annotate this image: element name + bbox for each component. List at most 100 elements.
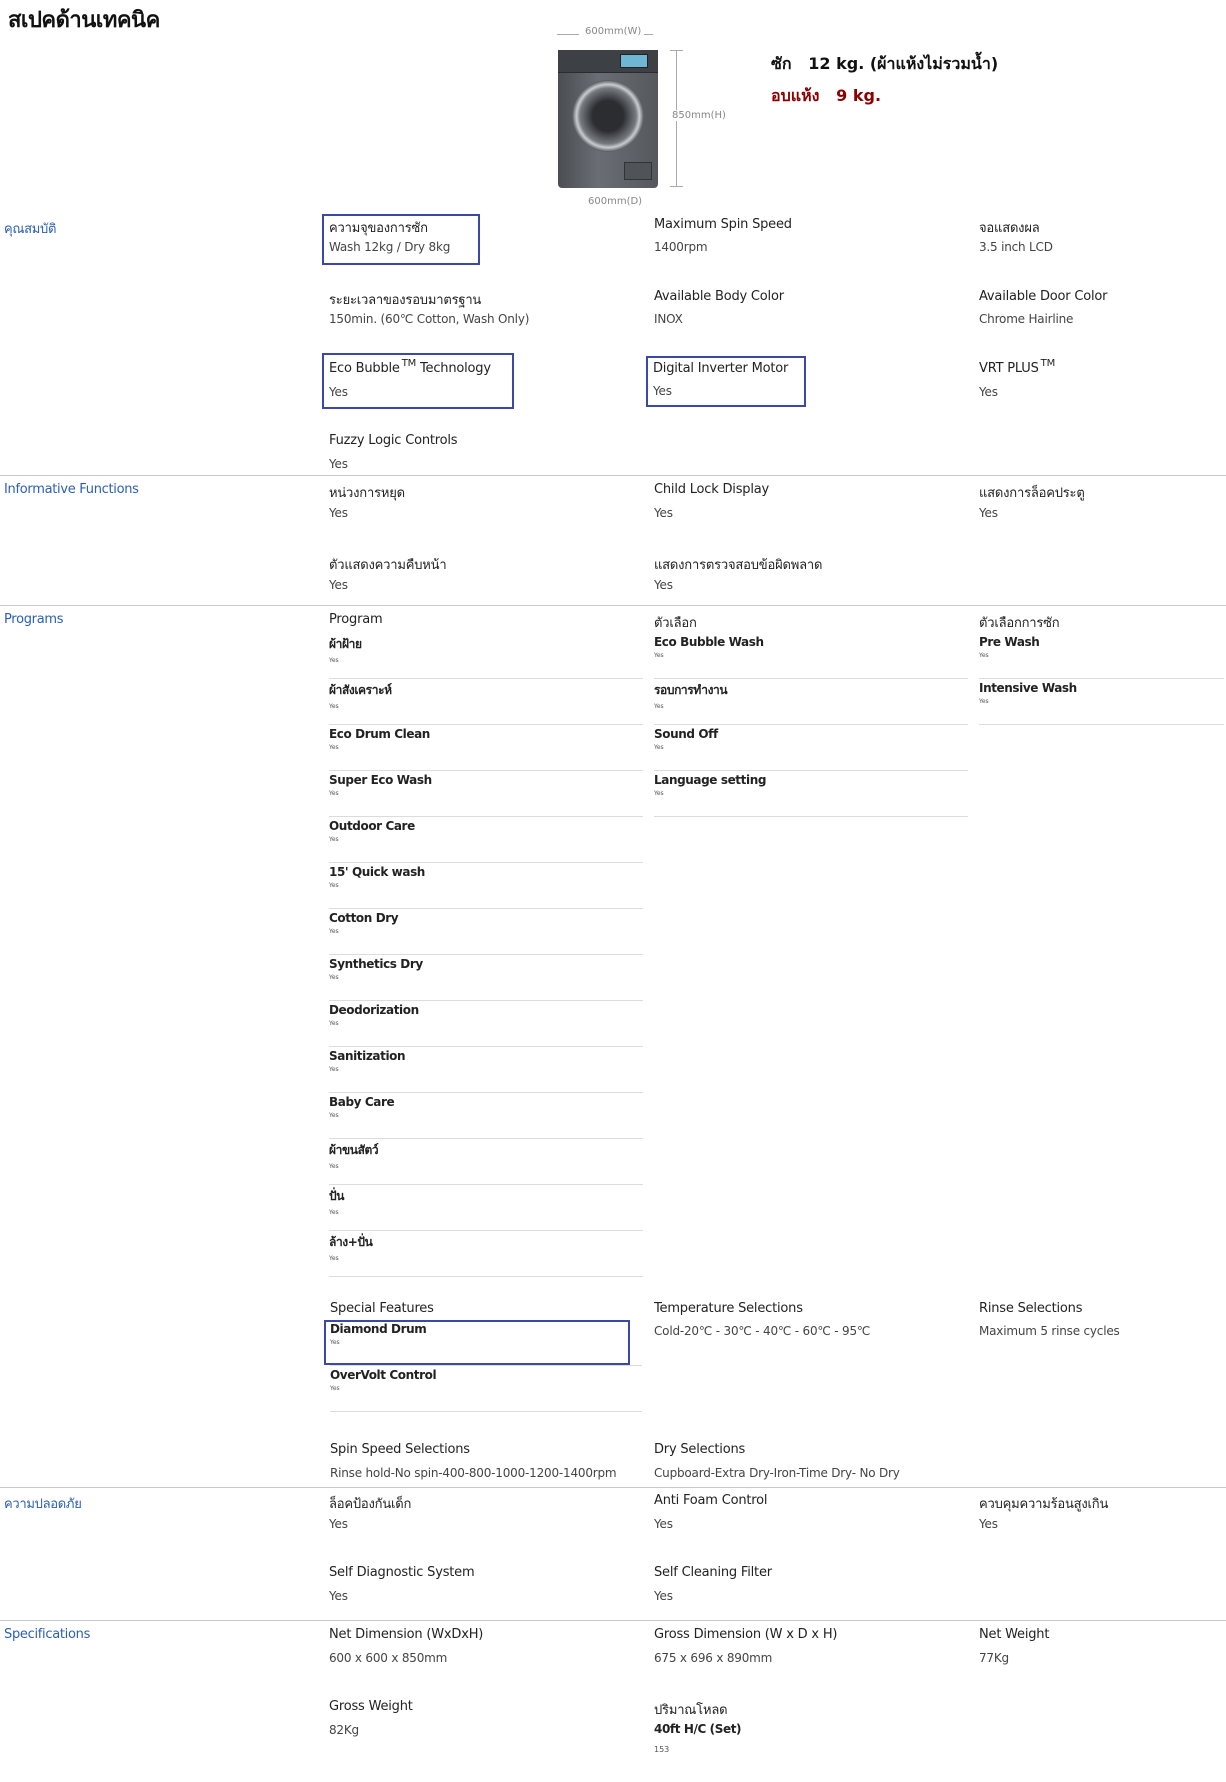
list-item: ผ้าฝ้าย Yes [329,635,643,681]
list-item: Intensive Wash Yes [979,681,1224,727]
row-divider [329,816,643,817]
program-label: Deodorization [329,1003,419,1017]
wash-option-column-title: ตัวเลือกการซัก [979,616,1060,631]
section-divider [0,475,1226,476]
row-divider [329,1230,643,1231]
spec-label: Child Lock Display [654,482,770,497]
spec-label: VRT PLUS TM [979,358,1055,376]
option-column-title: ตัวเลือก [654,616,697,631]
program-label: รอบการทำงาน [654,683,728,697]
list-item: ปั่น Yes [329,1187,643,1233]
program-value: Yes [329,928,339,935]
load-container-label: 40ft H/C (Set) [654,1722,742,1736]
program-value: Yes [329,1255,339,1262]
list-item: Synthetics Dry Yes [329,957,643,1003]
row-divider [330,1365,642,1366]
spec-value: Yes [653,384,672,398]
list-item: OverVolt Control Yes [330,1368,642,1414]
spec-value: 150min. (60℃ Cotton, Wash Only) [329,312,530,326]
category-features: คุณสมบัติ [4,222,57,237]
program-value: Yes [329,744,339,751]
program-label: Eco Bubble Wash [654,635,764,649]
row-divider [329,678,643,679]
spec-value: Yes [329,506,348,520]
spec-label: Self Diagnostic System [329,1565,475,1580]
special-features-title: Special Features [330,1301,434,1316]
list-item: Baby Care Yes [329,1095,643,1141]
spec-value: Rinse hold-No spin-400-800-1000-1200-140… [330,1466,617,1480]
row-divider [329,770,643,771]
program-label: Pre Wash [979,635,1040,649]
spec-value: 77Kg [979,1651,1009,1665]
list-item: ผ้าขนสัตว์ Yes [329,1141,643,1187]
spec-label: Gross Dimension (W x D x H) [654,1627,838,1642]
spec-value: Yes [654,506,673,520]
program-label: Outdoor Care [329,819,415,833]
trademark-mark: TM [401,358,417,369]
program-label: Eco Drum Clean [329,727,430,741]
list-item: Eco Bubble Wash Yes [654,635,968,681]
row-divider [654,816,968,817]
spec-value: 675 x 696 x 890mm [654,1651,773,1665]
special-feature-list: Diamond Drum Yes OverVolt Control Yes [330,1322,642,1414]
spec-label: Dry Selections [654,1442,746,1457]
program-label: ล้าง+ปั่น [329,1235,373,1249]
spec-label: Self Cleaning Filter [654,1565,772,1580]
width-label: 600mm(W) [582,26,645,37]
spec-label: ปริมาณโหลด [654,1703,728,1718]
spec-label: Eco Bubble TM Technology [329,358,491,376]
program-value: Yes [329,882,339,889]
spec-label: Maximum Spin Speed [654,217,792,232]
program-value: Yes [329,1209,339,1216]
section-divider [0,605,1226,606]
spec-value: 600 x 600 x 850mm [329,1651,448,1665]
wash-capacity: ซัก 12 kg. (ผ้าแห้งไม่รวมน้ำ) [771,54,999,73]
program-value: Yes [654,652,664,659]
program-value: Yes [329,790,339,797]
list-item: Cotton Dry Yes [329,911,643,957]
list-item: Pre Wash Yes [979,635,1224,681]
spec-label: Temperature Selections [654,1301,803,1316]
list-item: Super Eco Wash Yes [329,773,643,819]
spec-label: แสดงการล็อคประตู [979,486,1085,501]
category-informative: Informative Functions [4,482,139,497]
list-item: 15' Quick wash Yes [329,865,643,911]
row-divider [329,1138,643,1139]
list-item: Deodorization Yes [329,1003,643,1049]
row-divider [329,1276,643,1277]
spec-label: Available Body Color [654,289,784,304]
list-item: Diamond Drum Yes [330,1322,642,1368]
product-image [558,50,658,188]
spec-label: Available Door Color [979,289,1108,304]
spec-value: Cold-20℃ - 30℃ - 40℃ - 60℃ - 95℃ [654,1324,871,1338]
program-value: Yes [329,703,339,710]
program-value: Yes [329,1020,339,1027]
spec-value: Yes [329,385,348,399]
section-divider [0,1487,1226,1488]
program-label: ผ้าสังเคราะห์ [329,683,392,697]
program-value: Yes [979,652,989,659]
row-divider [329,1000,643,1001]
spec-label: Gross Weight [329,1699,413,1714]
spec-value: 82Kg [329,1723,359,1737]
spec-label: ควบคุมความร้อนสูงเกิน [979,1497,1109,1512]
program-label: 15' Quick wash [329,865,425,879]
program-label: Intensive Wash [979,681,1077,695]
spec-value: Yes [979,506,998,520]
program-label: Language setting [654,773,767,787]
row-divider [329,1092,643,1093]
program-value: Yes [330,1339,340,1346]
spec-label: Digital Inverter Motor [653,361,789,376]
spec-label: Anti Foam Control [654,1493,768,1508]
category-programs: Programs [4,612,64,627]
program-value: Yes [330,1385,340,1392]
row-divider [329,724,643,725]
category-safety: ความปลอดภัย [4,1497,82,1512]
program-label: ผ้าฝ้าย [329,637,362,651]
spec-label: Fuzzy Logic Controls [329,433,458,448]
program-label: Synthetics Dry [329,957,423,971]
program-label: Cotton Dry [329,911,399,925]
category-specifications: Specifications [4,1627,91,1642]
spec-label: Rinse Selections [979,1301,1083,1316]
spec-value: Yes [654,578,673,592]
